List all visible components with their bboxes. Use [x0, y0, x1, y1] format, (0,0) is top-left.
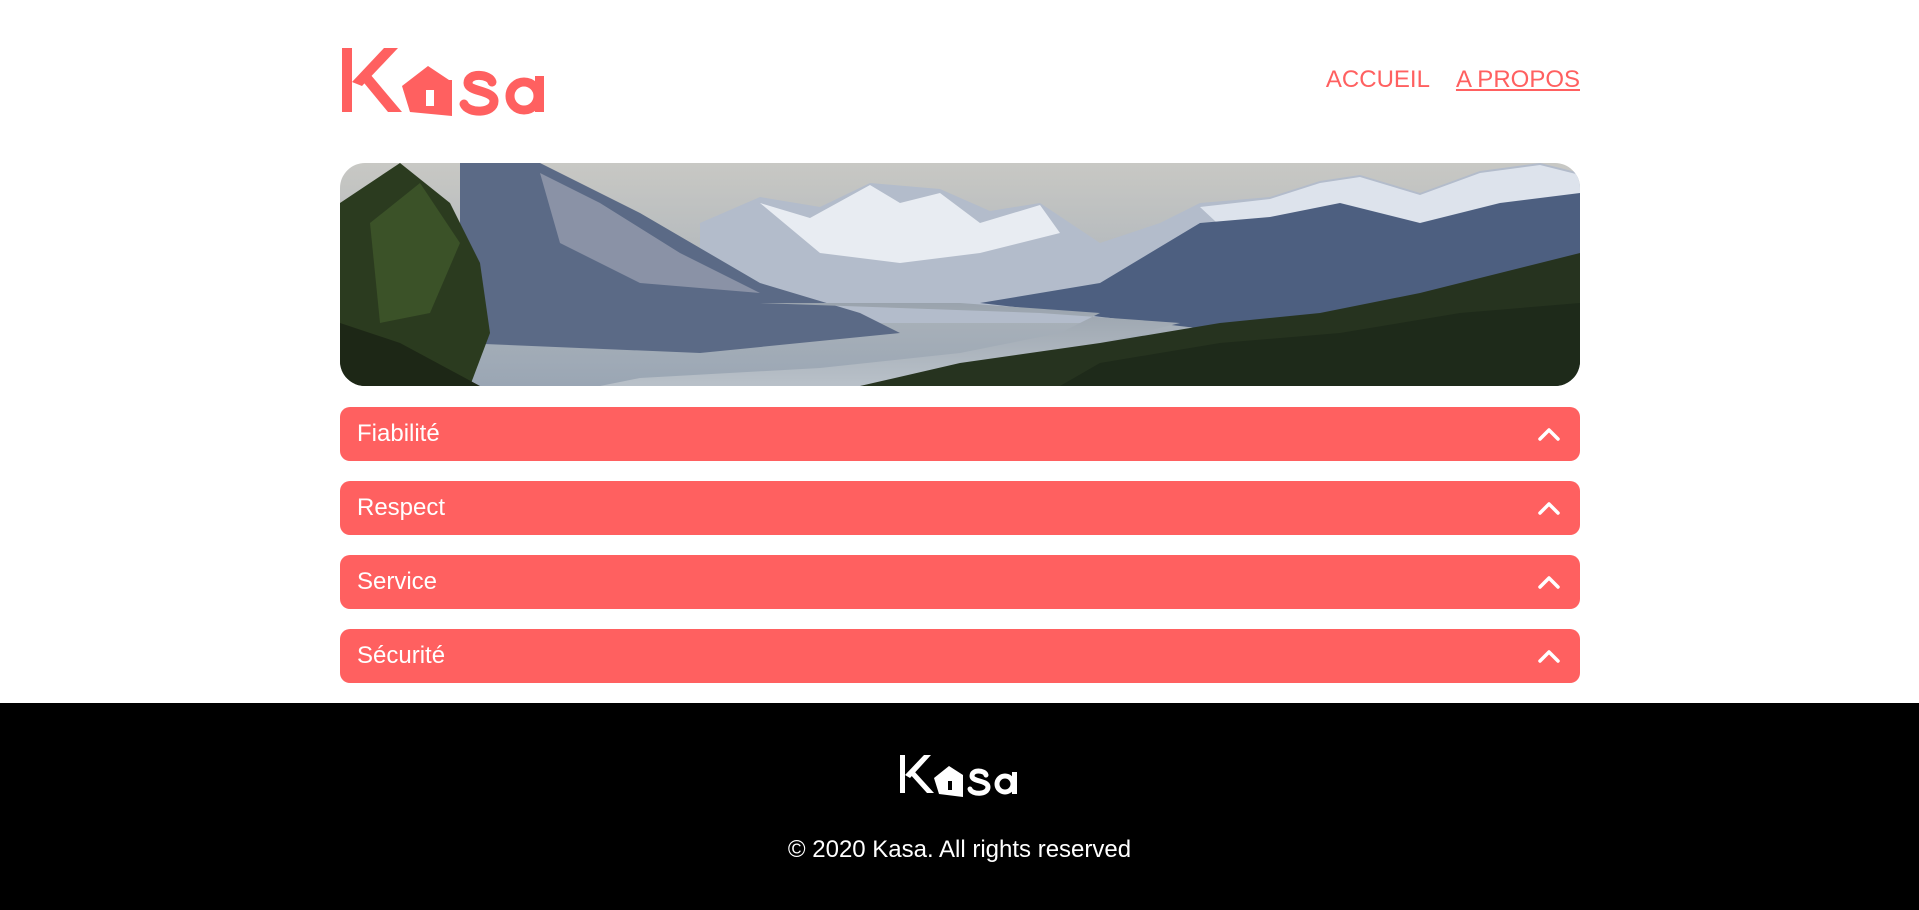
kasa-logo-footer — [900, 755, 1017, 797]
hero-banner — [340, 163, 1580, 386]
site-header: ACCUEIL A PROPOS — [340, 46, 1580, 116]
chevron-up-icon[interactable] — [1536, 495, 1562, 521]
collapse-title: Fiabilité — [357, 420, 440, 447]
copyright-text: © 2020 Kasa. All rights reserved — [787, 836, 1132, 863]
chevron-up-icon[interactable] — [1536, 569, 1562, 595]
collapse-title: Respect — [357, 494, 446, 521]
chevron-up-icon[interactable] — [1536, 643, 1562, 669]
nav-link-accueil[interactable]: ACCUEIL — [1326, 66, 1430, 94]
collapse-title: Service — [357, 568, 438, 595]
collapse-securite[interactable]: Sécurité — [340, 629, 1580, 683]
nav-link-a-propos[interactable]: A PROPOS — [1456, 66, 1580, 94]
collapse-fiabilite[interactable]: Fiabilité — [340, 407, 1580, 461]
collapse-respect[interactable]: Respect — [340, 481, 1580, 535]
chevron-up-icon[interactable] — [1536, 421, 1562, 447]
site-footer: © 2020 Kasa. All rights reserved — [0, 703, 1919, 910]
collapse-title: Sécurité — [357, 642, 446, 669]
collapse-service[interactable]: Service — [340, 555, 1580, 609]
mountain-banner-image — [340, 163, 1580, 386]
kasa-logo[interactable] — [340, 46, 552, 116]
main-nav: ACCUEIL A PROPOS — [1326, 66, 1580, 94]
about-page: ACCUEIL A PROPOS Fiabilité Respect Servi… — [0, 0, 1919, 910]
